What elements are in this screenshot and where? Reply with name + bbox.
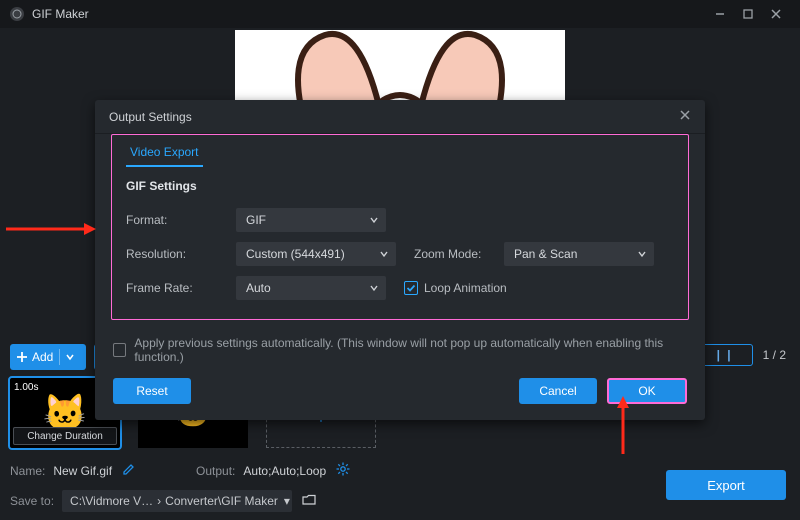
- dialog-close-button[interactable]: [679, 109, 691, 124]
- modal-overlay: Output Settings Video Export GIF Setting…: [0, 0, 800, 520]
- format-label: Format:: [126, 213, 236, 227]
- chevron-down-icon: [380, 247, 388, 261]
- dialog-footer: Reset Cancel OK: [111, 378, 689, 406]
- resolution-label: Resolution:: [126, 247, 236, 261]
- annotation-arrow-ok: [616, 396, 630, 454]
- autoapply-label: Apply previous settings automatically. (…: [134, 336, 687, 364]
- zoom-mode-select[interactable]: Pan & Scan: [504, 242, 654, 266]
- loop-animation-checkbox[interactable]: Loop Animation: [404, 281, 507, 295]
- checkbox-icon: [404, 281, 418, 295]
- dialog-header: Output Settings: [95, 100, 705, 134]
- chevron-down-icon: [370, 213, 378, 227]
- annotated-settings-region: Video Export GIF Settings Format: GIF Re…: [111, 134, 689, 320]
- framerate-select[interactable]: Auto: [236, 276, 386, 300]
- loop-label: Loop Animation: [424, 281, 507, 295]
- output-settings-dialog: Output Settings Video Export GIF Setting…: [95, 100, 705, 420]
- annotation-arrow-left: [6, 222, 96, 236]
- reset-button[interactable]: Reset: [113, 378, 191, 404]
- zoom-label: Zoom Mode:: [414, 247, 504, 261]
- tab-video-export[interactable]: Video Export: [126, 139, 203, 167]
- cancel-button[interactable]: Cancel: [519, 378, 597, 404]
- checkbox-icon: [113, 343, 126, 357]
- autoapply-checkbox[interactable]: Apply previous settings automatically. (…: [113, 336, 687, 364]
- dialog-title: Output Settings: [109, 110, 192, 124]
- chevron-down-icon: [638, 247, 646, 261]
- resolution-select[interactable]: Custom (544x491): [236, 242, 396, 266]
- gif-settings-heading: GIF Settings: [126, 179, 674, 193]
- chevron-down-icon: [370, 281, 378, 295]
- framerate-label: Frame Rate:: [126, 281, 236, 295]
- format-select[interactable]: GIF: [236, 208, 386, 232]
